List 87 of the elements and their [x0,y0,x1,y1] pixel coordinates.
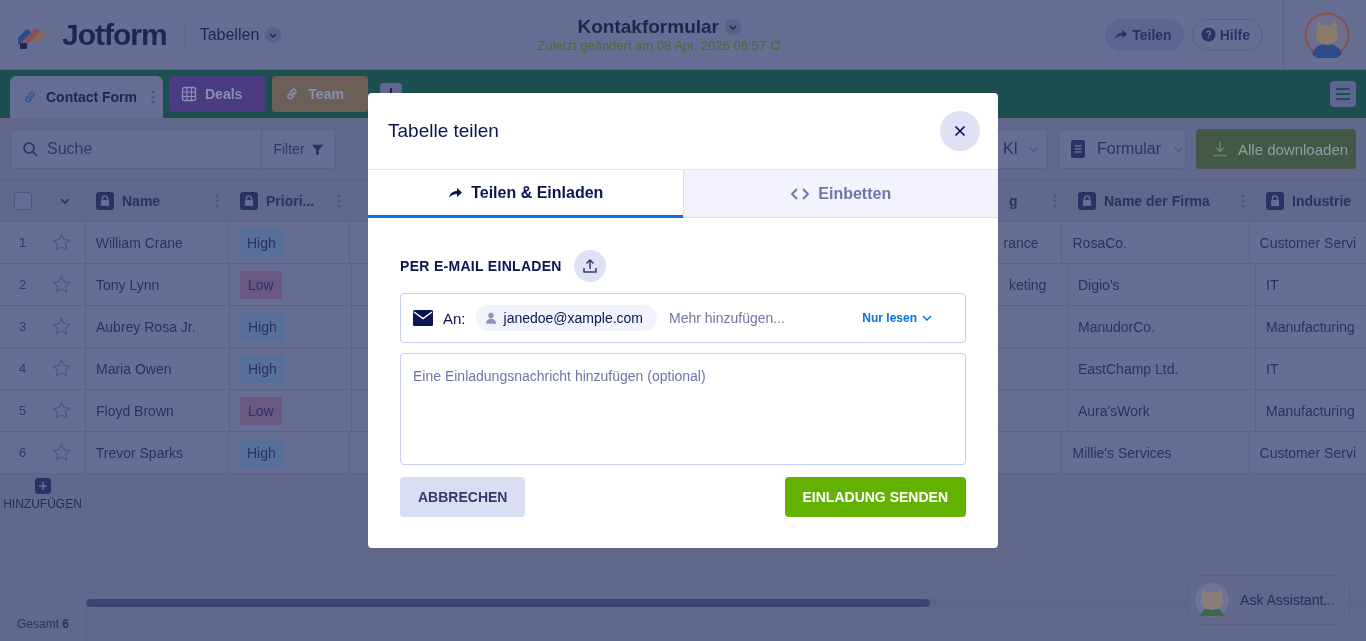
recipient-chip[interactable]: janedoe@xample.com [475,305,658,331]
priority-tag: Low [240,270,282,299]
star-icon[interactable] [52,317,71,336]
table-cell: Millie's Services [1072,444,1172,461]
document-icon [1071,140,1085,158]
section-title: PER E-MAIL EINLADEN [400,258,562,274]
table-cell: William Crane [95,234,183,251]
brand-name: Jotform [62,17,167,52]
form-button[interactable]: Formular [1058,129,1186,169]
recipients-field[interactable]: An: janedoe@xample.com Mehr hinzufügen... Nur lesen [400,293,966,343]
close-button[interactable] [940,111,980,151]
sheet-tab[interactable]: Team [272,76,369,112]
help-button[interactable]: Hilfe [1191,18,1263,51]
star-icon[interactable] [52,359,71,378]
upload-icon [581,258,598,274]
star-icon[interactable] [51,233,71,252]
download-icon [1212,141,1228,157]
table-cell: Trevor Sparks [95,444,184,461]
link-icon [22,89,38,105]
download-button[interactable]: Alle downloaden [1196,129,1356,169]
priority-tag: High [239,438,284,467]
priority-tag: High [239,228,284,257]
menu-icon[interactable] [1330,81,1356,107]
priority-tag: High [240,354,285,383]
to-label: An: [443,309,466,327]
lock-icon [240,192,258,210]
send-invitation-button[interactable]: EINLADUNG SENDEN [784,477,966,517]
table-cell: Manufacturing [1266,402,1355,419]
table-cell-text: rance [1003,234,1040,251]
scrollbar-thumb[interactable] [86,599,930,607]
table-cell: IT [1266,276,1279,293]
column-header[interactable]: Name [122,193,207,209]
table-cell: Tony Lynn [96,276,160,293]
table-cell: Aura'sWork [1078,402,1150,419]
question-icon [1200,27,1216,42]
tables-menu-button[interactable]: Tabellen [199,25,282,44]
table-cell: Floyd Brown [96,402,174,419]
search-field[interactable]: Suche [10,129,262,169]
sheet-tab[interactable]: Deals [169,76,267,112]
chevron-icon [921,312,933,324]
priority-tag: Low [240,396,282,425]
table-cell: ManudorCo. [1078,318,1156,335]
lock-icon [1266,192,1284,210]
sheet-tab[interactable]: Contact Form [10,76,163,118]
cancel-button[interactable]: ABBRECHEN [400,477,526,517]
message-field[interactable]: Eine Einladungsnachricht hinzufügen (optional) [400,353,966,465]
table-cell: Maria Owen [96,360,172,377]
cat-icon [1194,582,1231,618]
form-title: Kontakformular [577,16,719,38]
dialog-title: Tabelle teilen [388,120,499,142]
filter-icon [310,142,324,156]
plus-icon [34,477,51,494]
code-icon [790,186,811,201]
lock-icon [1078,192,1096,210]
dialog-tab[interactable]: Einbetten [682,170,998,218]
permission-dropdown[interactable]: Nur lesen [856,310,939,326]
table-cell-text: keting [1009,276,1048,293]
table-cell: Customer Servi [1259,234,1356,251]
table-cell: RosaCo. [1072,234,1127,251]
chevron-icon [265,26,282,43]
last-modified-text: Zuletzt geändert am 08 Apr. 2026 06:57 [537,38,766,53]
close-icon [954,125,966,137]
chevron-icon[interactable] [725,19,741,35]
column-header[interactable]: Industrie [1292,193,1356,209]
star-icon[interactable] [52,275,71,294]
table-cell: EastChamp Ltd. [1078,360,1179,377]
mail-icon [413,310,433,326]
table-cell: Manufacturing [1266,318,1355,335]
person-icon [485,312,496,324]
share-arrow-icon [1113,27,1129,42]
ai-button[interactable]: KI [998,129,1048,169]
table-cell: Customer Servi [1259,444,1356,461]
chevron-icon[interactable] [59,195,71,207]
avatar[interactable] [1304,11,1350,58]
table-cell: Aubrey Rosa Jr. [96,318,196,335]
lock-icon [96,192,114,210]
star-icon[interactable] [52,401,71,420]
table-cell: IT [1266,360,1279,377]
star-icon[interactable] [51,443,71,462]
refresh-icon[interactable] [769,40,781,51]
search-icon [22,141,38,157]
table-cell: Digio's [1078,276,1120,293]
upload-button[interactable] [573,250,606,282]
select-all-checkbox[interactable] [14,192,32,210]
priority-tag: High [240,312,285,341]
grid-icon [181,86,197,102]
ask-assistant-button[interactable]: Ask Assistant... [1187,575,1350,625]
